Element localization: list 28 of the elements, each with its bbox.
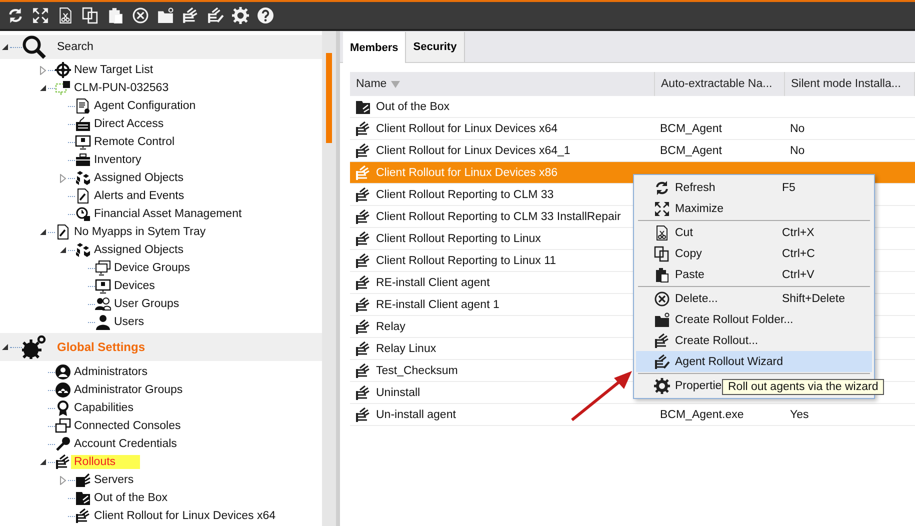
table-cell: Client Rollout for Linux Devices x86 (376, 166, 558, 178)
shortcut-label: Ctrl+C (782, 248, 816, 260)
table-cell: Client Rollout Reporting to Linux (376, 232, 541, 244)
table-cell: Client Rollout Reporting to Linux 11 (376, 254, 556, 266)
shortcut-label: Ctrl+X (782, 226, 816, 238)
table-cell: RE-install Client agent 1 (376, 298, 500, 310)
table-cell: Client Rollout Reporting to CLM 33 InstallRepair (376, 210, 621, 222)
table-cell: Uninstall (376, 386, 420, 398)
table-cell: No (790, 144, 805, 156)
tooltip: Roll out agents via the wizard (722, 379, 884, 395)
table-cell: Un-install agent (376, 408, 456, 420)
table-cell: Yes (790, 408, 809, 420)
table-cell: Out of the Box (376, 100, 450, 112)
table-cell: Client Rollout Reporting to CLM 33 (376, 188, 554, 200)
table-cell: Client Rollout for Linux Devices x64 (376, 122, 558, 134)
table-cell: BCM_Agent.exe (660, 408, 744, 420)
table-cell: BCM_Agent (660, 144, 722, 156)
table-cell: Relay (376, 320, 406, 332)
table-cell: Relay Linux (376, 342, 436, 354)
table-cell: No (790, 122, 805, 134)
tree-item-label: Search (56, 40, 94, 54)
table-cell: Client Rollout for Linux Devices x64_1 (376, 144, 570, 156)
table-cell: RE-install Client agent (376, 276, 490, 288)
shortcut-label: F5 (782, 182, 796, 194)
table-cell: BCM_Agent (660, 122, 722, 134)
table-cell: Test_Checksum (376, 364, 458, 376)
shortcut-label: Shift+Delete (782, 292, 846, 304)
tree-item-label: Global Settings (56, 339, 146, 355)
